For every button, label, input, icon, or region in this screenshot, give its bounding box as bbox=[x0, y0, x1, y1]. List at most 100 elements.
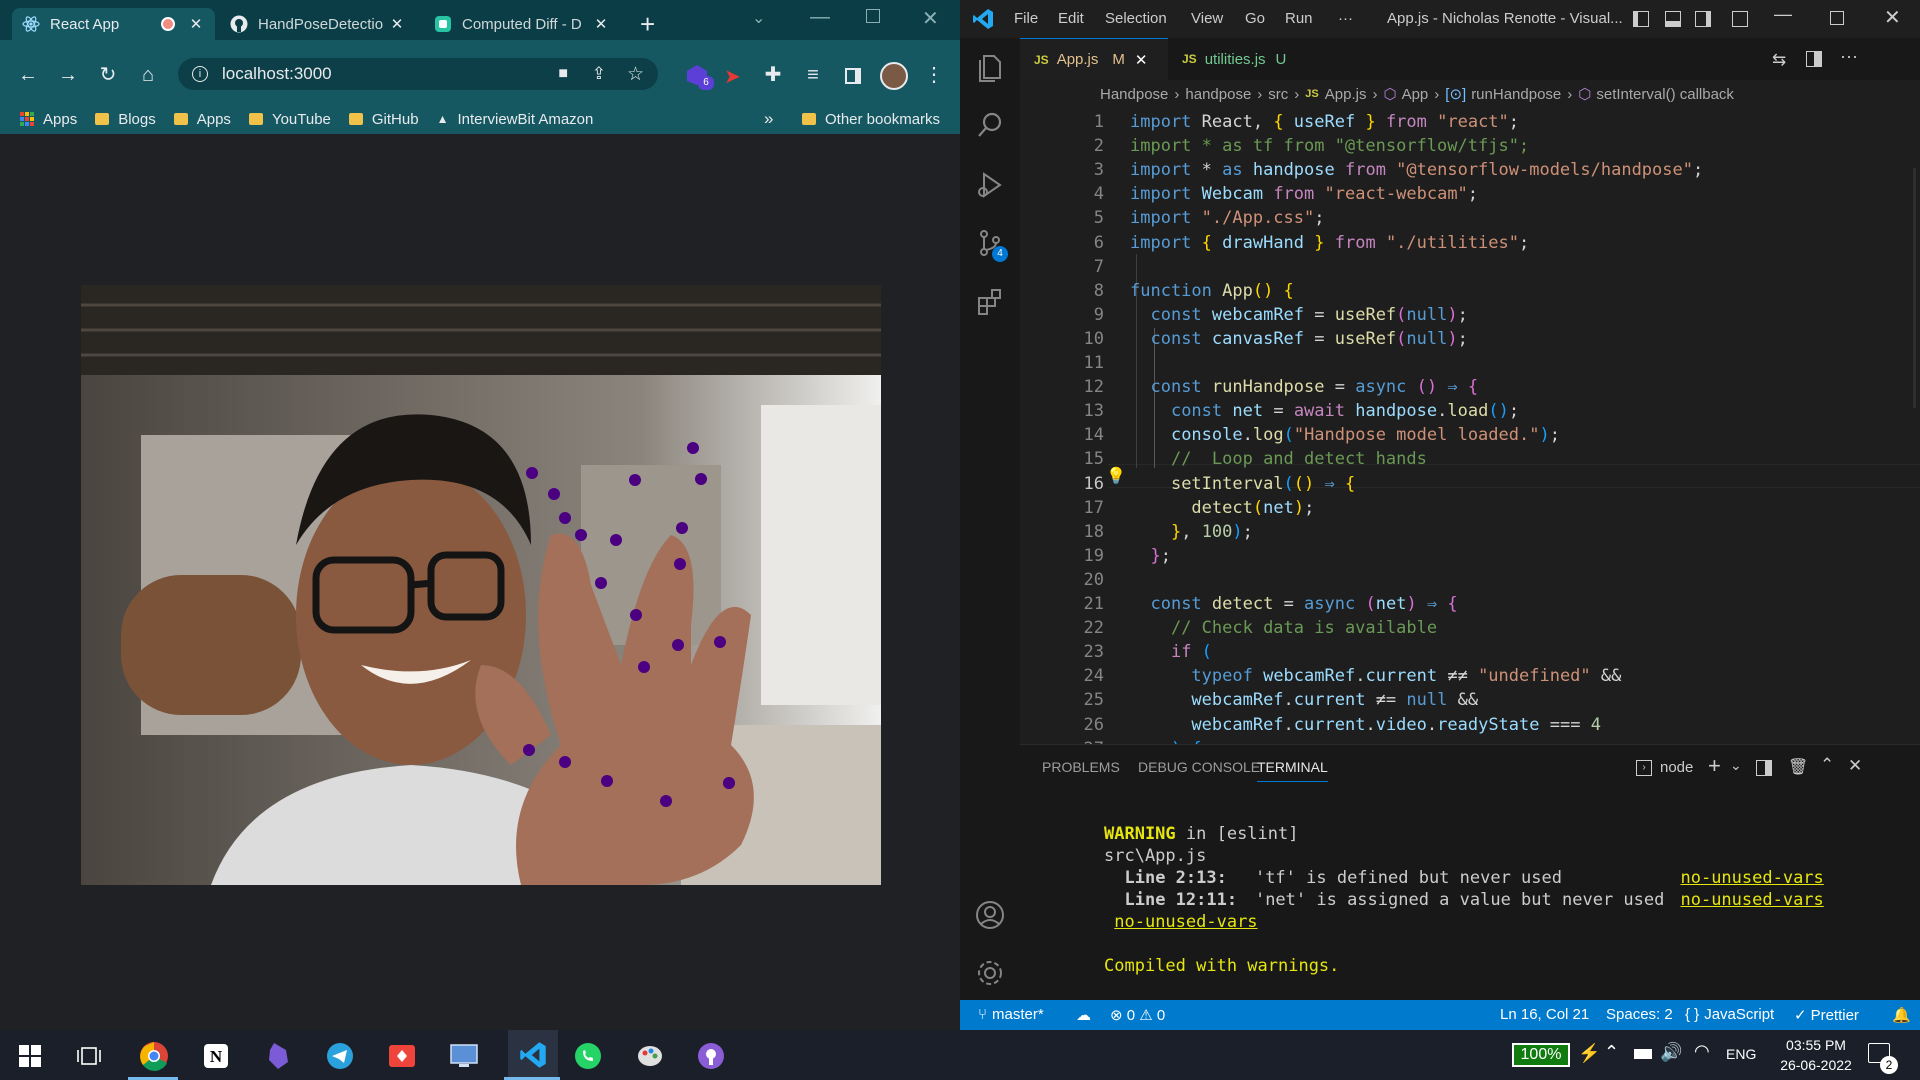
breadcrumb-item[interactable]: Handpose bbox=[1100, 86, 1168, 103]
tab-debug-console[interactable]: DEBUG CONSOLE bbox=[1138, 759, 1260, 775]
notifications-bell-icon[interactable]: 🔔 bbox=[1892, 1006, 1911, 1024]
sync-icon[interactable]: ☁ bbox=[1076, 1006, 1091, 1024]
toggle-secondary-sidebar-icon[interactable] bbox=[1695, 11, 1711, 27]
new-tab-button[interactable]: + bbox=[640, 10, 655, 38]
split-editor-icon[interactable] bbox=[1806, 51, 1822, 67]
close-panel-icon[interactable]: ✕ bbox=[1848, 756, 1862, 776]
git-branch[interactable]: ⑂ master* bbox=[978, 1006, 1044, 1023]
menu-file[interactable]: File bbox=[1014, 10, 1038, 27]
paint-icon[interactable] bbox=[633, 1039, 667, 1073]
eslint-rule-link[interactable]: no-unused-vars bbox=[1680, 890, 1823, 910]
other-bookmarks[interactable]: Other bookmarks bbox=[802, 111, 940, 128]
menu-view[interactable]: View bbox=[1191, 10, 1223, 27]
tab-handpose-github[interactable]: HandPoseDetectio ✕ bbox=[220, 8, 416, 40]
extensions-puzzle-icon[interactable]: ✚ bbox=[757, 59, 789, 91]
terminal-output[interactable]: WARNING in [eslint] src\App.js Line 2:13… bbox=[1104, 801, 1824, 977]
breadcrumb-item[interactable]: runHandpose bbox=[1471, 86, 1561, 103]
windows-start-icon[interactable] bbox=[13, 1039, 47, 1073]
whatsapp-icon[interactable] bbox=[571, 1039, 605, 1073]
bookmark-apps-grid[interactable]: Apps bbox=[20, 111, 77, 128]
bookmark-apps-folder[interactable]: Apps bbox=[173, 111, 231, 128]
menu-edit[interactable]: Edit bbox=[1058, 10, 1084, 27]
camera-icon[interactable]: ■ bbox=[558, 65, 568, 83]
avatar[interactable] bbox=[880, 62, 908, 90]
volume-icon[interactable]: 🔊 bbox=[1660, 1042, 1682, 1063]
indentation[interactable]: Spaces: 2 bbox=[1606, 1006, 1673, 1023]
breadcrumb-item[interactable]: App.js bbox=[1325, 86, 1367, 103]
tab-app-js[interactable]: JS App.js M ✕ bbox=[1020, 38, 1168, 80]
settings-gear-icon[interactable] bbox=[975, 958, 1005, 988]
vscode-taskbar-icon[interactable] bbox=[508, 1030, 558, 1080]
maximize-icon[interactable] bbox=[1830, 11, 1844, 25]
extension-icon[interactable]: 6 bbox=[686, 64, 714, 90]
bookmarks-overflow-button[interactable]: » bbox=[764, 109, 773, 129]
anydesk-icon[interactable] bbox=[385, 1039, 419, 1073]
open-changes-icon[interactable]: ⇆ bbox=[1772, 50, 1786, 70]
close-icon[interactable]: ✕ bbox=[592, 15, 610, 33]
accounts-icon[interactable] bbox=[975, 900, 1005, 930]
chrome-taskbar-icon[interactable] bbox=[137, 1039, 171, 1073]
run-debug-icon[interactable] bbox=[975, 170, 1005, 200]
menu-run[interactable]: Run bbox=[1285, 10, 1313, 27]
github-desktop-icon[interactable] bbox=[694, 1039, 728, 1073]
home-icon[interactable]: ⌂ bbox=[132, 59, 164, 91]
tab-react-app[interactable]: React App ✕ bbox=[12, 8, 215, 40]
close-icon[interactable]: ✕ bbox=[388, 15, 406, 33]
bookmark-youtube[interactable]: YouTube bbox=[248, 111, 331, 128]
search-icon[interactable] bbox=[975, 110, 1005, 140]
obsidian-icon[interactable] bbox=[261, 1039, 295, 1073]
site-info-icon[interactable]: i bbox=[192, 66, 208, 82]
chevron-down-icon[interactable]: ⌄ bbox=[1730, 757, 1742, 774]
close-icon[interactable]: ✕ bbox=[187, 15, 205, 33]
minimize-icon[interactable]: — bbox=[1774, 4, 1792, 25]
minimize-icon[interactable]: — bbox=[810, 6, 830, 29]
clock-date[interactable]: 26-06-2022 bbox=[1770, 1057, 1862, 1073]
trash-icon[interactable]: 🗑 bbox=[1788, 757, 1808, 777]
more-actions-icon[interactable]: ··· bbox=[1840, 46, 1858, 67]
clock-time[interactable]: 03:55 PM bbox=[1776, 1037, 1856, 1053]
bookmark-extension-icon[interactable]: ➤ bbox=[724, 64, 741, 89]
lightbulb-icon[interactable]: 💡 bbox=[1106, 466, 1126, 485]
menu-selection[interactable]: Selection bbox=[1105, 10, 1167, 27]
maximize-panel-icon[interactable]: ⌃ bbox=[1820, 755, 1834, 775]
source-control-icon[interactable]: 4 bbox=[975, 228, 1008, 262]
bookmark-interviewbit[interactable]: ▲ InterviewBit Amazon bbox=[437, 111, 594, 128]
show-hidden-icons-icon[interactable]: ⌃ bbox=[1604, 1042, 1619, 1063]
menu-more[interactable]: ··· bbox=[1338, 10, 1353, 27]
telegram-icon[interactable] bbox=[323, 1039, 357, 1073]
tab-problems[interactable]: PROBLEMS bbox=[1042, 759, 1120, 775]
split-terminal-icon[interactable] bbox=[1756, 760, 1772, 776]
tab-terminal[interactable]: TERMINAL bbox=[1257, 759, 1328, 782]
bookmark-blogs[interactable]: Blogs bbox=[95, 111, 156, 128]
eslint-rule-link[interactable]: no-unused-vars bbox=[1680, 868, 1823, 888]
toggle-panel-icon[interactable] bbox=[1665, 11, 1681, 27]
tab-computed-diff[interactable]: Computed Diff - D ✕ bbox=[424, 8, 620, 40]
customize-layout-icon[interactable] bbox=[1732, 11, 1748, 27]
eslint-rule-link[interactable]: no-unused-vars bbox=[1114, 912, 1257, 932]
reload-icon[interactable]: ↻ bbox=[92, 59, 124, 91]
forward-icon[interactable]: → bbox=[52, 59, 84, 91]
extensions-icon[interactable] bbox=[975, 286, 1005, 316]
explorer-icon[interactable] bbox=[975, 52, 1005, 82]
maximize-icon[interactable] bbox=[866, 9, 880, 23]
breadcrumb-item[interactable]: setInterval() callback bbox=[1596, 86, 1734, 103]
input-language[interactable]: ENG bbox=[1726, 1046, 1756, 1062]
bookmark-github[interactable]: GitHub bbox=[348, 111, 419, 128]
tab-search-icon[interactable]: ⌄ bbox=[752, 8, 765, 28]
terminal-shell-selector[interactable]: › node bbox=[1636, 759, 1693, 776]
new-terminal-icon[interactable]: + bbox=[1708, 753, 1721, 779]
battery-icon[interactable] bbox=[1634, 1049, 1652, 1059]
task-view-icon[interactable] bbox=[72, 1039, 106, 1073]
remote-desktop-icon[interactable] bbox=[447, 1039, 481, 1073]
menu-icon[interactable]: ⋮ bbox=[918, 59, 950, 91]
breadcrumb-item[interactable]: handpose bbox=[1185, 86, 1251, 103]
breadcrumb-item[interactable]: App bbox=[1402, 86, 1429, 103]
address-bar[interactable]: i localhost:3000 ■ ⇪ ☆ bbox=[178, 58, 658, 90]
battery-saver-indicator[interactable]: 100% bbox=[1512, 1043, 1570, 1067]
breadcrumb-item[interactable]: src bbox=[1268, 86, 1288, 103]
menu-go[interactable]: Go bbox=[1245, 10, 1265, 27]
cursor-position[interactable]: Ln 16, Col 21 bbox=[1500, 1006, 1589, 1023]
language-mode[interactable]: { } JavaScript bbox=[1685, 1006, 1774, 1023]
close-window-icon[interactable]: ✕ bbox=[922, 6, 939, 31]
media-control-icon[interactable]: ≡ bbox=[797, 59, 829, 91]
